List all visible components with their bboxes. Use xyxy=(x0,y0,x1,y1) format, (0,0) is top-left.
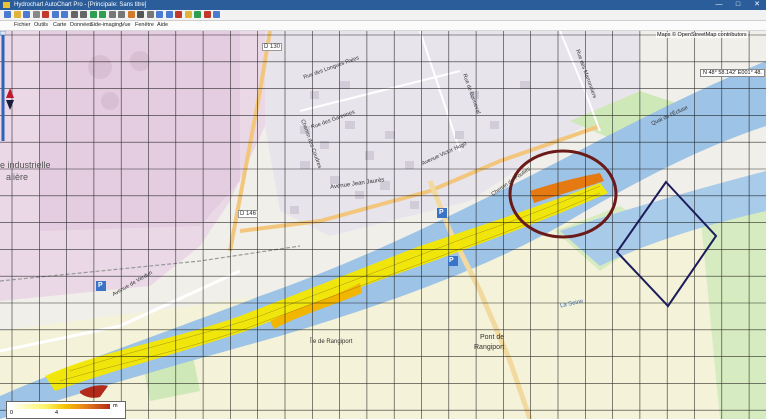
cut-icon[interactable] xyxy=(42,11,49,18)
menu-fichier[interactable]: Fichier xyxy=(14,21,31,30)
zoom-out-icon[interactable] xyxy=(99,11,106,18)
save-icon[interactable] xyxy=(23,11,30,18)
menu-fenetre[interactable]: Fenêtre xyxy=(135,21,154,30)
maximize-button[interactable]: □ xyxy=(729,0,747,10)
label-rangiport: Rangiport xyxy=(474,344,505,351)
tank-2 xyxy=(130,51,150,71)
copy-icon[interactable] xyxy=(51,11,59,18)
legend-min: 0 xyxy=(10,410,14,416)
menu-donnees[interactable]: Données xyxy=(70,21,92,30)
export-icon[interactable] xyxy=(165,11,173,18)
track-icon[interactable] xyxy=(175,11,182,18)
depth-legend: 0 4 m xyxy=(6,401,126,419)
menu-aide[interactable]: Aide xyxy=(157,21,168,30)
map-canvas[interactable]: e industrielle alière D 130 D 146 Avenue… xyxy=(0,31,766,419)
undo-icon[interactable] xyxy=(70,11,78,18)
north-arrow-icon xyxy=(6,88,14,110)
help-icon[interactable] xyxy=(213,11,220,18)
grid-icon[interactable] xyxy=(137,11,144,18)
redo-icon[interactable] xyxy=(80,11,87,18)
open-icon[interactable] xyxy=(13,11,21,18)
toolbar xyxy=(0,10,766,21)
depth-icon[interactable] xyxy=(184,11,192,18)
minimize-button[interactable]: — xyxy=(710,0,728,10)
menu-outils[interactable]: Outils xyxy=(34,21,48,30)
color-icon[interactable] xyxy=(203,11,211,18)
settings-icon[interactable] xyxy=(146,11,154,18)
zoom-slider[interactable] xyxy=(0,31,6,141)
zoom-in-icon[interactable] xyxy=(89,11,97,18)
legend-unit: m xyxy=(113,403,118,409)
menu-carte[interactable]: Carte xyxy=(53,21,66,30)
close-button[interactable]: ✕ xyxy=(748,0,766,10)
label-d146: D 146 xyxy=(238,210,259,218)
paste-icon[interactable] xyxy=(61,11,68,18)
import-icon[interactable] xyxy=(156,11,163,18)
contour-icon[interactable] xyxy=(194,11,201,18)
parking-label-3: P xyxy=(439,209,444,216)
parking-label-2: P xyxy=(98,282,103,289)
legend-mid: 4 xyxy=(55,410,59,416)
depth-color-bar xyxy=(10,404,110,409)
select-icon[interactable] xyxy=(118,11,125,18)
label-d130: D 130 xyxy=(262,43,283,51)
parking-label-1: P xyxy=(449,257,454,264)
tank-1 xyxy=(88,55,112,79)
coordinates-readout: N 48° 58.142' E001° 48. xyxy=(700,69,765,77)
map-svg xyxy=(0,31,766,419)
menu-vue[interactable]: Vue xyxy=(121,21,131,30)
menu-bar: Fichier Outils Carte Données Side-imagin… xyxy=(0,21,766,31)
label-ile-rangiport: Île de Rangiport xyxy=(310,339,353,345)
map-attribution: Maps © OpenStreetMap contributors xyxy=(656,32,748,38)
label-zone-industrielle: e industrielle xyxy=(0,160,51,170)
window-title: Hydrochart AutoChart Pro - [Principale: … xyxy=(14,2,147,8)
label-pont-de: Pont de xyxy=(480,334,505,341)
print-icon[interactable] xyxy=(32,11,40,18)
layers-icon[interactable] xyxy=(127,11,135,18)
tank-3 xyxy=(101,92,119,110)
pan-icon[interactable] xyxy=(108,11,116,18)
app-icon xyxy=(3,2,10,8)
title-bar: Hydrochart AutoChart Pro - [Principale: … xyxy=(0,0,766,10)
label-zone-sub: alière xyxy=(6,172,29,182)
new-icon[interactable] xyxy=(4,11,11,18)
menu-side-imaging[interactable]: Side-imaging xyxy=(90,21,122,30)
